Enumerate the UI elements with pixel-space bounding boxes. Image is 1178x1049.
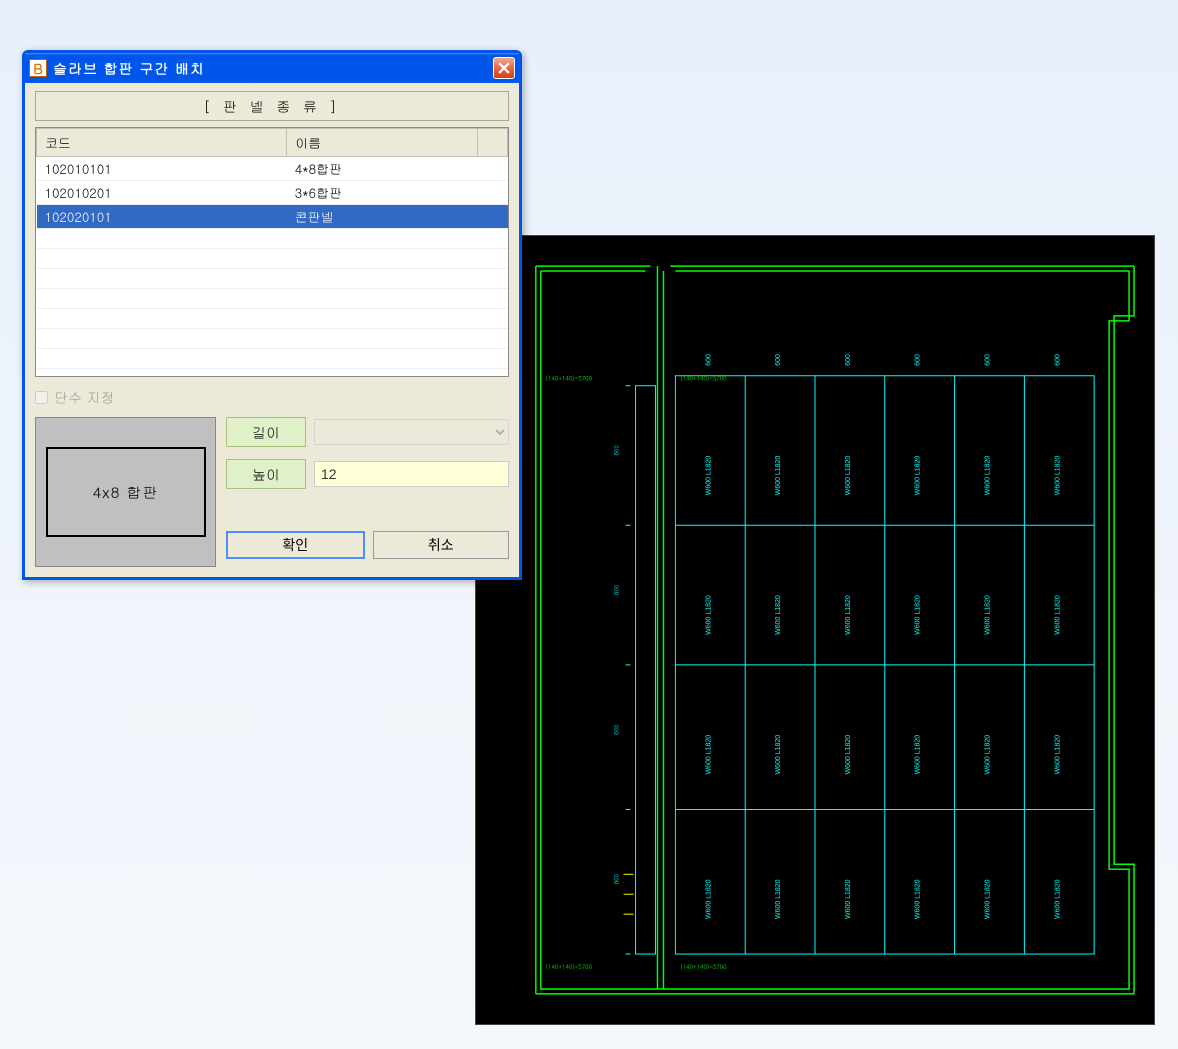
length-label: 길이: [226, 417, 306, 447]
svg-text:W600 L1820: W600 L1820: [984, 735, 991, 775]
app-icon: B: [29, 59, 47, 77]
svg-text:(140+140)=5700: (140+140)=5700: [680, 374, 727, 383]
close-icon: [498, 62, 510, 74]
table-row-empty: [37, 269, 508, 289]
svg-text:600: 600: [612, 445, 621, 456]
svg-text:W600 L1820: W600 L1820: [915, 456, 922, 496]
svg-text:600: 600: [845, 354, 852, 366]
cell-name: 4*8합판: [287, 157, 478, 181]
steps-checkbox-row: 단수 지정: [35, 387, 509, 407]
svg-text:W600 L1820: W600 L1820: [845, 456, 852, 496]
cad-viewport[interactable]: 600 600 600 600 600 600 W600 L1820 W600 …: [475, 235, 1155, 1025]
table-row-empty: [37, 249, 508, 269]
length-select[interactable]: [314, 419, 509, 445]
cell-code: 102020101: [37, 205, 287, 229]
svg-text:W600 L1820: W600 L1820: [775, 595, 782, 635]
svg-text:W600 L1820: W600 L1820: [1054, 735, 1061, 775]
table-row[interactable]: 1020102013*6합판: [37, 181, 508, 205]
svg-text:W600 L1820: W600 L1820: [705, 879, 712, 919]
table-row-empty: [37, 309, 508, 329]
svg-text:W600 L1820: W600 L1820: [775, 879, 782, 919]
dialog-title: 슬라브 합판 구간 배치: [53, 58, 493, 78]
height-input[interactable]: [314, 461, 509, 487]
svg-text:W600 L1820: W600 L1820: [984, 456, 991, 496]
svg-text:W600 L1820: W600 L1820: [984, 595, 991, 635]
svg-text:W600 L1820: W600 L1820: [705, 595, 712, 635]
svg-text:W600 L1820: W600 L1820: [705, 735, 712, 775]
col-code[interactable]: 코드: [37, 129, 287, 157]
svg-text:W600 L1820: W600 L1820: [845, 735, 852, 775]
titlebar[interactable]: B 슬라브 합판 구간 배치: [25, 53, 519, 83]
svg-text:(140+140)=5700: (140+140)=5700: [546, 374, 593, 383]
cell-name: 콘판넬: [287, 205, 478, 229]
svg-text:600: 600: [915, 354, 922, 366]
slab-plywood-dialog: B 슬라브 합판 구간 배치 [ 판 넬 종 류 ] 코드 이름 1020101…: [22, 50, 522, 580]
preview-box: 4x8 합판: [35, 417, 216, 567]
cell-name: 3*6합판: [287, 181, 478, 205]
svg-text:600: 600: [612, 724, 621, 735]
table-row-empty: [37, 289, 508, 309]
svg-text:W600 L1820: W600 L1820: [1054, 879, 1061, 919]
height-label: 높이: [226, 459, 306, 489]
cancel-button[interactable]: 취소: [373, 531, 510, 559]
svg-text:600: 600: [612, 584, 621, 595]
svg-text:600: 600: [1054, 354, 1061, 366]
svg-text:600: 600: [775, 354, 782, 366]
ok-button[interactable]: 확인: [226, 531, 365, 559]
svg-text:W600 L1820: W600 L1820: [705, 456, 712, 496]
table-row[interactable]: 1020101014*8합판: [37, 157, 508, 181]
svg-text:W600 L1820: W600 L1820: [984, 879, 991, 919]
col-name[interactable]: 이름: [287, 129, 478, 157]
svg-text:W600 L1820: W600 L1820: [915, 595, 922, 635]
preview-label: 4x8 합판: [46, 447, 206, 537]
svg-text:(140+140)=5700: (140+140)=5700: [680, 962, 727, 971]
cell-code: 102010101: [37, 157, 287, 181]
svg-text:W600 L1820: W600 L1820: [915, 735, 922, 775]
table-row-empty: [37, 349, 508, 369]
svg-text:600: 600: [984, 354, 991, 366]
svg-text:W600 L1820: W600 L1820: [845, 595, 852, 635]
steps-checkbox-label: 단수 지정: [54, 387, 115, 407]
svg-text:(140+140)=5700: (140+140)=5700: [546, 962, 593, 971]
table-row-empty: [37, 329, 508, 349]
panel-table[interactable]: 코드 이름 1020101014*8합판1020102013*6합판102020…: [35, 127, 509, 377]
svg-text:W600 L1820: W600 L1820: [915, 879, 922, 919]
table-row[interactable]: 102020101콘판넬: [37, 205, 508, 229]
svg-text:W600 L1820: W600 L1820: [775, 735, 782, 775]
table-row-empty: [37, 369, 508, 378]
svg-text:W600 L1820: W600 L1820: [1054, 595, 1061, 635]
svg-text:W600 L1820: W600 L1820: [845, 879, 852, 919]
dialog-body: [ 판 넬 종 류 ] 코드 이름 1020101014*8합판10201020…: [25, 83, 519, 577]
col-spacer: [478, 129, 508, 157]
svg-text:600: 600: [705, 354, 712, 366]
svg-text:W600 L1820: W600 L1820: [1054, 456, 1061, 496]
svg-text:W600 L1820: W600 L1820: [775, 456, 782, 496]
cell-code: 102010201: [37, 181, 287, 205]
panel-type-header: [ 판 넬 종 류 ]: [35, 91, 509, 121]
close-button[interactable]: [493, 57, 515, 79]
table-row-empty: [37, 229, 508, 249]
steps-checkbox[interactable]: [35, 391, 48, 404]
svg-text:600: 600: [612, 873, 621, 884]
cad-drawing: 600 600 600 600 600 600 W600 L1820 W600 …: [476, 236, 1154, 1024]
